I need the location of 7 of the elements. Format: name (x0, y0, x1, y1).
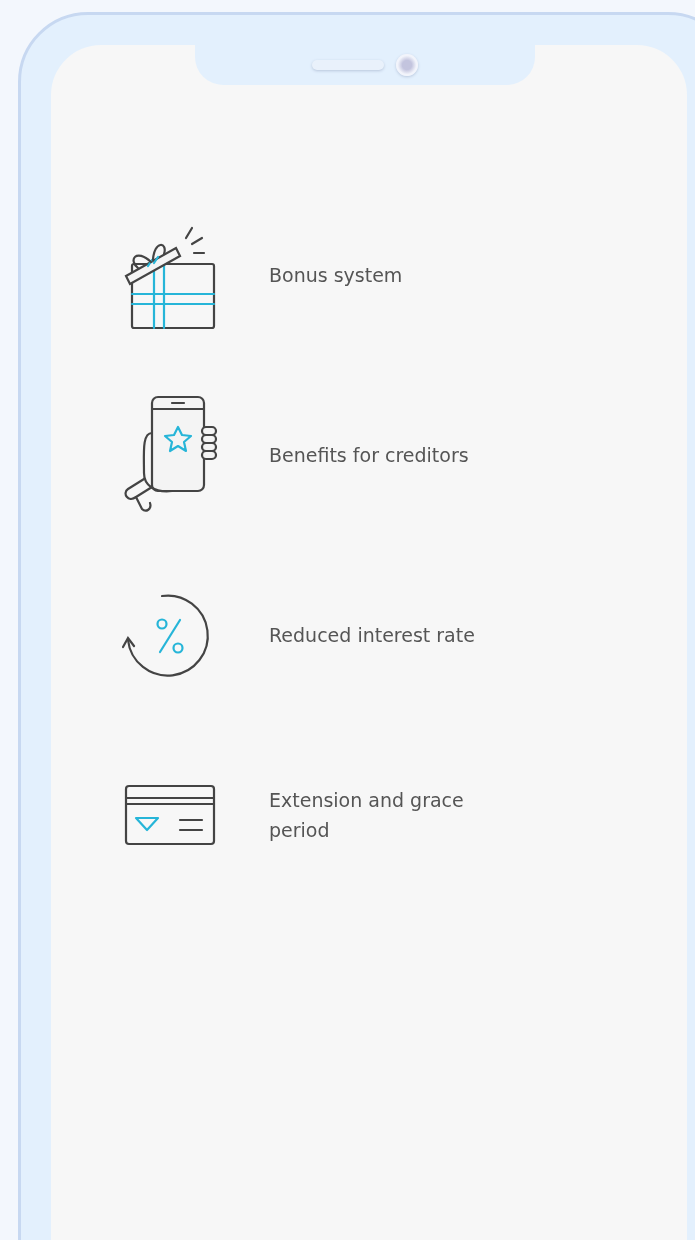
feature-label: Benefits for creditors (269, 442, 470, 468)
feature-label: Extension and grace period (269, 787, 465, 843)
feature-label: Reduced interest rate (269, 622, 476, 648)
feature-label: Bonus system (269, 262, 404, 288)
speaker-icon (312, 60, 384, 70)
credit-card-icon (124, 784, 216, 846)
camera-icon (396, 54, 418, 76)
